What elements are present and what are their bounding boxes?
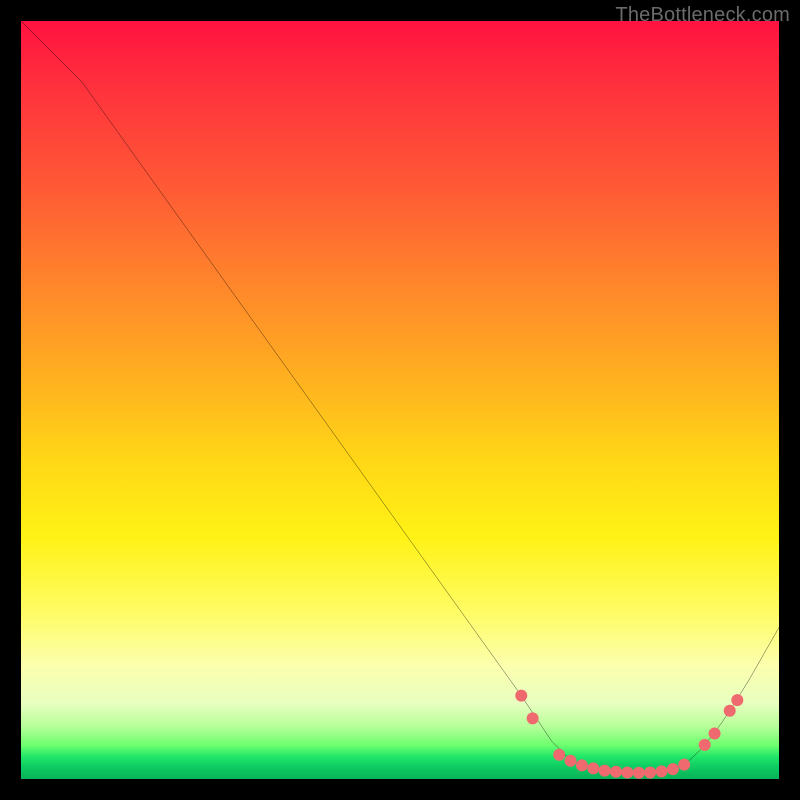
highlight-dot <box>599 765 611 777</box>
highlight-dot <box>656 765 668 777</box>
chart-svg <box>21 21 779 779</box>
plot-area <box>21 21 779 779</box>
watermark-text: TheBottleneck.com <box>615 4 790 27</box>
highlight-dot <box>621 767 633 779</box>
highlight-dot <box>527 712 539 724</box>
highlight-dot <box>678 759 690 771</box>
highlight-dot <box>709 728 721 740</box>
highlight-dot <box>699 739 711 751</box>
highlight-dot <box>644 767 656 779</box>
bottleneck-curve <box>21 21 779 773</box>
highlight-dot <box>610 766 622 778</box>
highlight-dot <box>731 694 743 706</box>
highlight-dot <box>587 762 599 774</box>
bottleneck-curve-path <box>21 21 779 773</box>
highlight-dot <box>724 705 736 717</box>
highlight-dots <box>515 690 743 779</box>
highlight-dot <box>565 755 577 767</box>
highlight-dot <box>667 763 679 775</box>
chart-stage: TheBottleneck.com <box>0 0 800 800</box>
highlight-dot <box>515 690 527 702</box>
highlight-dot <box>553 749 565 761</box>
highlight-dot <box>633 767 645 779</box>
highlight-dot <box>576 759 588 771</box>
